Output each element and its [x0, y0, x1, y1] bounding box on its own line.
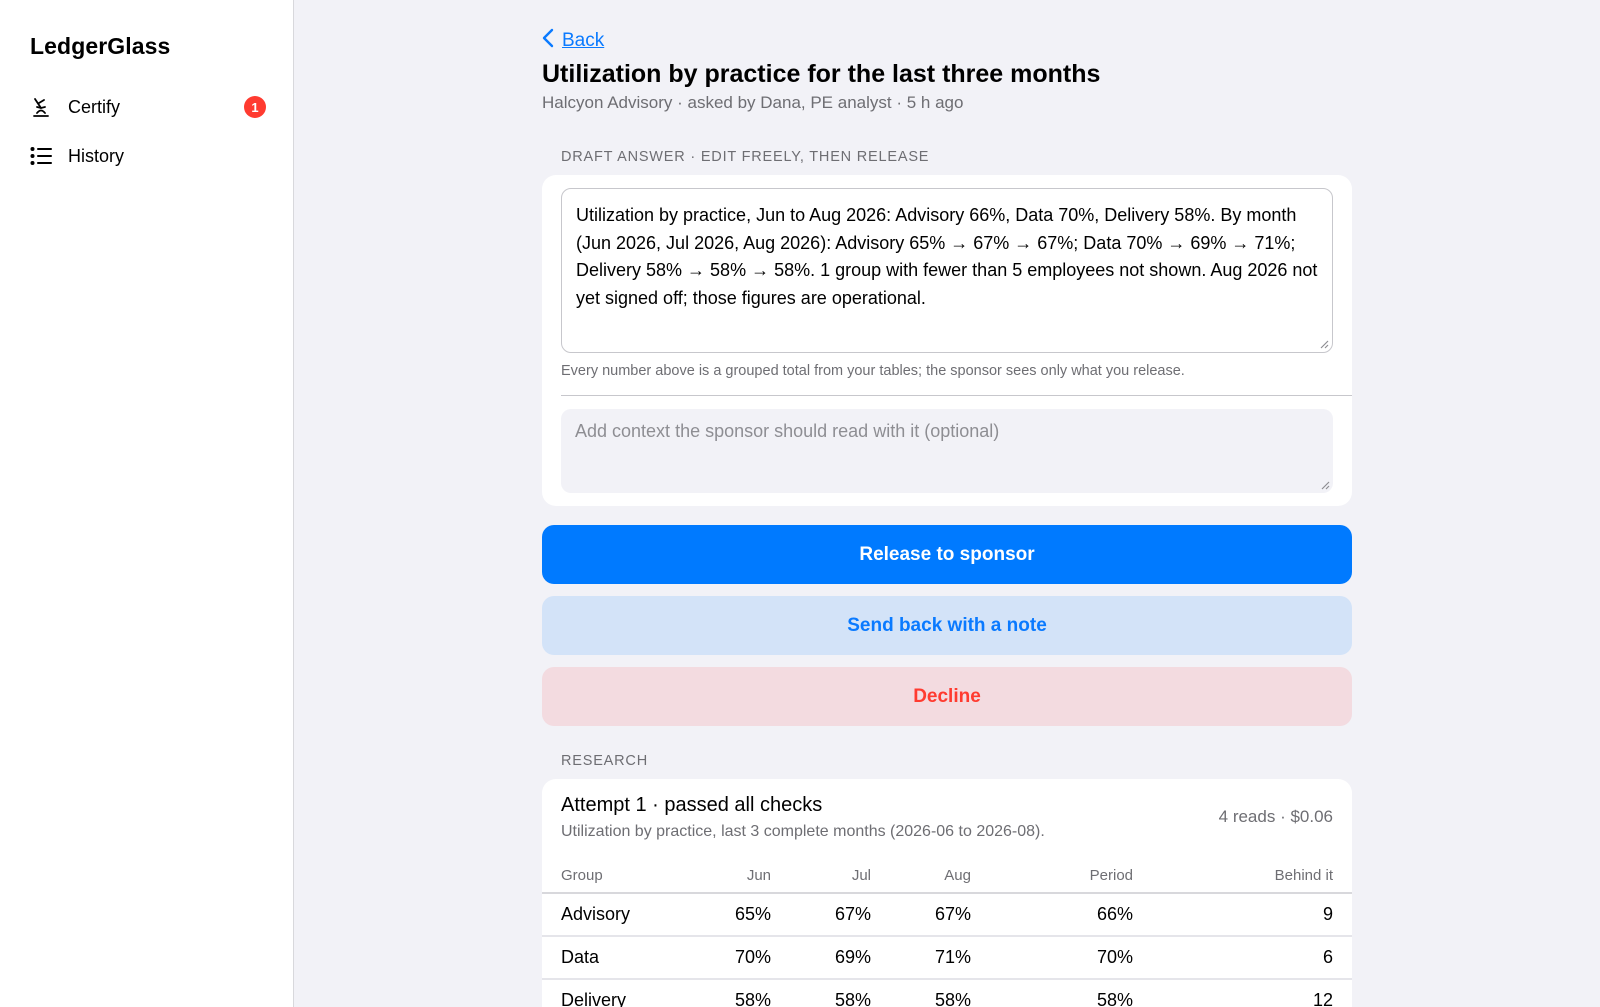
table-cell: 70%	[667, 936, 771, 980]
column-header: Behind it	[1133, 867, 1352, 894]
back-label: Back	[562, 29, 605, 51]
column-header: Aug	[871, 867, 971, 894]
resize-handle-icon[interactable]	[1320, 480, 1330, 490]
sidebar-item-label: History	[68, 145, 125, 166]
context-placeholder: Add context the sponsor should read with…	[575, 421, 1000, 441]
chevron-left-icon	[542, 28, 554, 53]
draft-answer-textarea[interactable]: Utilization by practice, Jun to Aug 2026…	[561, 188, 1333, 353]
column-header: Group	[542, 867, 667, 894]
table-cell: 67%	[871, 893, 971, 937]
app-logo: LedgerGlass	[30, 33, 171, 59]
table-cell: 65%	[667, 893, 771, 937]
certify-icon	[30, 96, 52, 118]
send-back-button[interactable]: Send back with a note	[542, 596, 1352, 655]
draft-card: Utilization by practice, Jun to Aug 2026…	[542, 175, 1352, 506]
sidebar-item-history[interactable]: History	[30, 138, 266, 174]
table-row: Delivery 58% 58% 58% 58% 12	[542, 979, 1352, 1007]
column-header: Period	[971, 867, 1133, 894]
table-cell: 6	[1133, 936, 1352, 980]
table-cell: 58%	[971, 979, 1133, 1007]
attempt-description: Utilization by practice, last 3 complete…	[561, 823, 1045, 840]
context-input[interactable]: Add context the sponsor should read with…	[561, 409, 1333, 493]
sidebar-item-certify[interactable]: Certify 1	[30, 89, 266, 125]
resize-handle-icon[interactable]	[1319, 339, 1329, 349]
list-icon	[30, 145, 52, 167]
table-cell: 58%	[667, 979, 771, 1007]
table-cell: 12	[1133, 979, 1352, 1007]
table-cell: 9	[1133, 893, 1352, 937]
column-header: Jun	[667, 867, 771, 894]
decline-button[interactable]: Decline	[542, 667, 1352, 726]
table-cell: 70%	[971, 936, 1133, 980]
table-cell: Advisory	[542, 893, 667, 937]
notification-badge: 1	[244, 96, 266, 118]
draft-answer-text: Utilization by practice, Jun to Aug 2026…	[576, 205, 1318, 308]
table-cell: 58%	[771, 979, 871, 1007]
table-row: Data 70% 69% 71% 70% 6	[542, 936, 1352, 980]
table-cell: 71%	[871, 936, 971, 980]
table-cell: 66%	[971, 893, 1133, 937]
page-subtitle: Halcyon Advisory · asked by Dana, PE ana…	[542, 93, 964, 112]
attempt-meta: 4 reads · $0.06	[1218, 807, 1333, 826]
research-card: Attempt 1 · passed all checks Utilizatio…	[542, 779, 1352, 1007]
column-header: Jul	[771, 867, 871, 894]
attempt-title: Attempt 1 · passed all checks	[561, 794, 823, 816]
table-cell: Delivery	[542, 979, 667, 1007]
research-table: Group Jun Jul Aug Period Behind it Advis…	[542, 867, 1352, 1007]
table-header-row: Group Jun Jul Aug Period Behind it	[542, 867, 1352, 894]
draft-section-label: DRAFT ANSWER · EDIT FREELY, THEN RELEASE	[561, 149, 930, 165]
sidebar-item-label: Certify	[68, 96, 121, 117]
table-cell: Data	[542, 936, 667, 980]
research-section-label: RESEARCH	[561, 753, 648, 769]
table-row: Advisory 65% 67% 67% 66% 9	[542, 893, 1352, 937]
release-button[interactable]: Release to sponsor	[542, 525, 1352, 584]
draft-helper-text: Every number above is a grouped total fr…	[561, 363, 1185, 379]
table-cell: 67%	[771, 893, 871, 937]
back-link[interactable]: Back	[542, 28, 604, 53]
sidebar: LedgerGlass Certify 1 History	[0, 0, 294, 1007]
divider	[561, 395, 1352, 396]
table-cell: 58%	[871, 979, 971, 1007]
table-cell: 69%	[771, 936, 871, 980]
page-title: Utilization by practice for the last thr…	[542, 60, 1101, 88]
